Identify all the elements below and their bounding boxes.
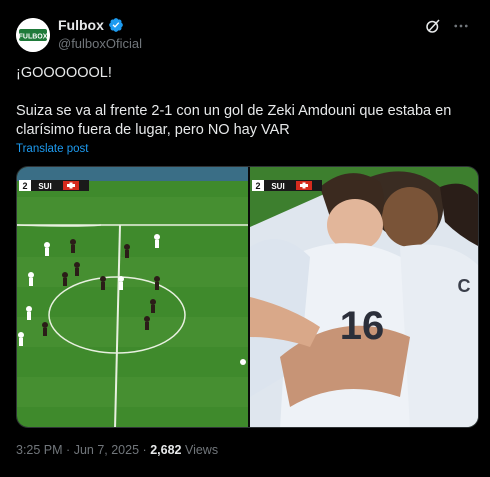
- score-right: 2: [255, 181, 260, 191]
- views-count: 2,682: [150, 443, 182, 457]
- shirt-letter: C: [458, 276, 471, 296]
- post-time[interactable]: 3:25 PM: [16, 443, 63, 457]
- views-label: Views: [184, 443, 219, 457]
- translate-post-link[interactable]: Translate post: [16, 143, 88, 155]
- scoreboard-right: 2 SUI: [252, 180, 322, 191]
- shirt-number: 16: [340, 304, 385, 348]
- scoreboard-left: 2 SUI: [19, 180, 89, 191]
- team-left: SUI: [38, 182, 51, 191]
- more-options-icon[interactable]: [452, 17, 470, 35]
- post-text-line-1: ¡GOOOOOOL!: [16, 65, 112, 81]
- handle[interactable]: @fulboxOficial: [58, 36, 142, 51]
- media-image-left[interactable]: 2 SUI: [17, 167, 248, 427]
- post-media[interactable]: 2 SUI 16 C 2 SUI: [16, 166, 479, 428]
- post-text-line-2: Suiza se va al frente 2-1 con un gol de …: [16, 103, 452, 138]
- post-meta: 3:25 PM · Jun 7, 2025 · 2,682 Views: [16, 443, 218, 457]
- team-right: SUI: [271, 182, 284, 191]
- display-name[interactable]: Fulbox: [58, 17, 104, 33]
- name-row: Fulbox: [58, 17, 124, 33]
- meta-separator-2: ·: [142, 443, 147, 457]
- score-left: 2: [22, 181, 27, 191]
- post-header: FULBOX Fulbox @fulboxOficial: [16, 15, 474, 55]
- grok-icon[interactable]: [424, 17, 442, 35]
- meta-separator: ·: [66, 443, 71, 457]
- avatar-logo-text: FULBOX: [19, 34, 48, 41]
- avatar[interactable]: FULBOX: [16, 18, 50, 52]
- post-text: ¡GOOOOOOL! Suiza se va al frente 2-1 con…: [16, 64, 476, 140]
- media-image-right[interactable]: 16 C 2 SUI: [250, 167, 478, 427]
- verified-badge-icon: [109, 18, 123, 32]
- post-date[interactable]: Jun 7, 2025: [74, 443, 139, 457]
